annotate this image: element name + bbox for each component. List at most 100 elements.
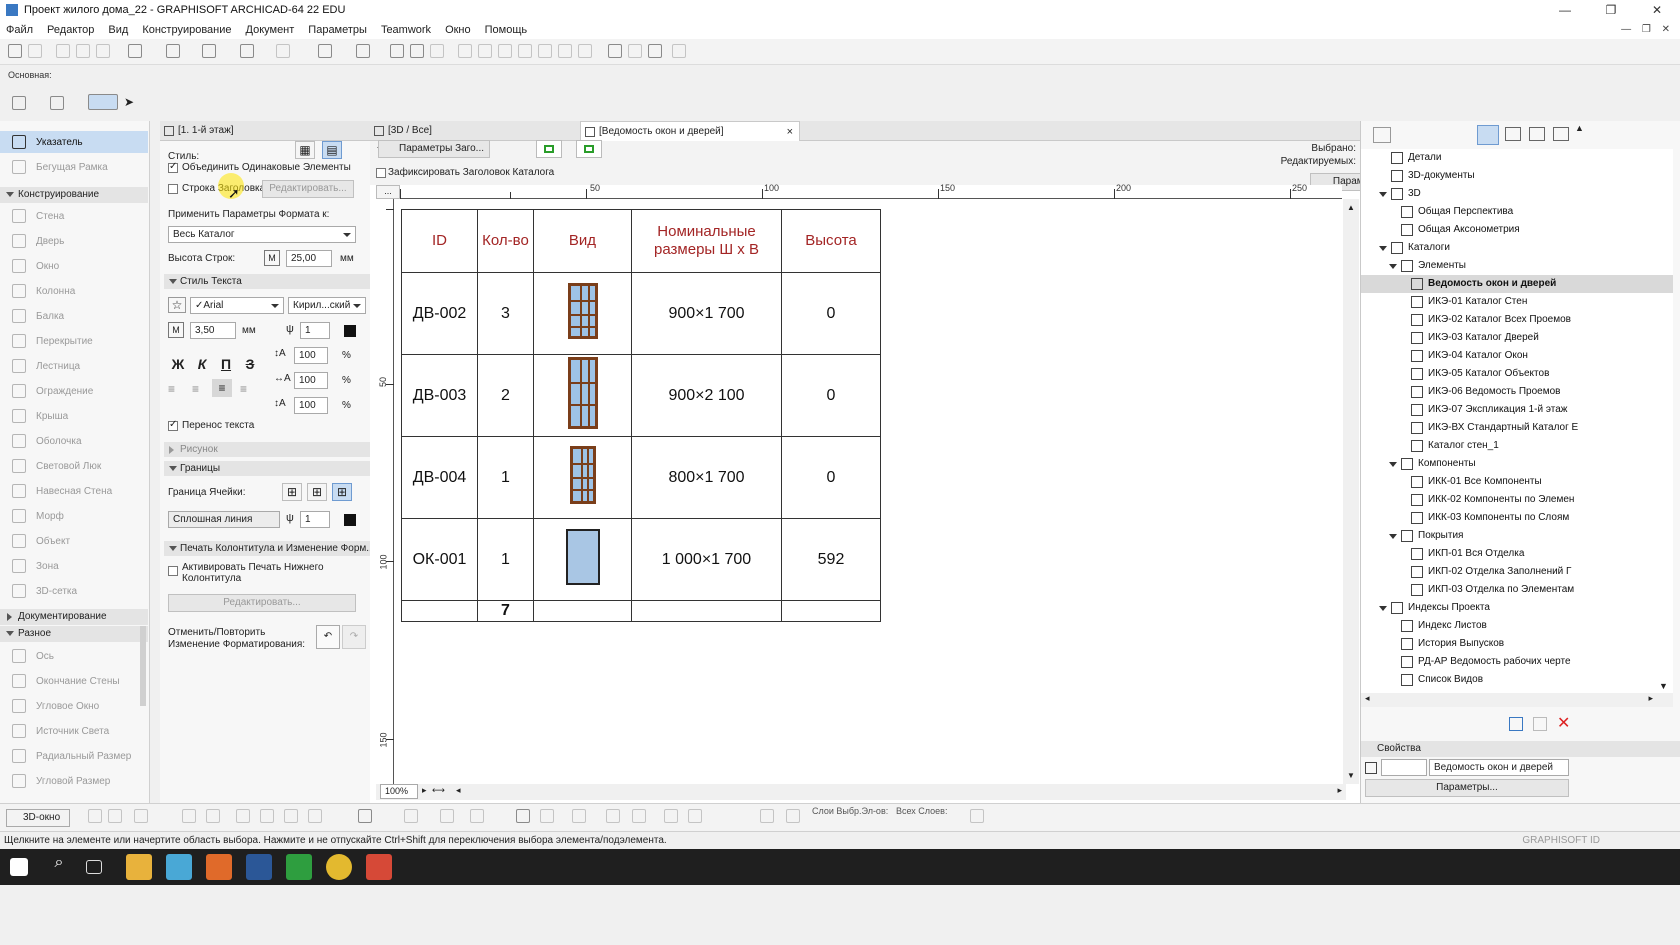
align-justify-icon[interactable]: ≡ (240, 382, 247, 396)
undo-icon[interactable] (8, 44, 22, 58)
clone-icon[interactable] (1533, 717, 1547, 731)
ruler-corner-button[interactable]: ... (376, 185, 400, 199)
table-row[interactable]: ОК-001 1 1 000×1 700 592 (401, 518, 881, 601)
menu-design[interactable]: Конструирование (142, 24, 231, 36)
adjust-icon[interactable] (478, 44, 492, 58)
cell-kind[interactable] (533, 272, 632, 355)
navigator-hscroll[interactable]: ◂ ▸ (1361, 693, 1673, 707)
tool-roof[interactable]: Крыша (0, 405, 148, 427)
scroll-left-icon[interactable]: ◂ (456, 785, 461, 796)
bold-button[interactable]: Ж (168, 355, 188, 373)
nav-item[interactable]: Общая Аксонометрия (1401, 221, 1673, 239)
header-size[interactable]: Номинальные размеры Ш x В (631, 209, 782, 273)
maximize-button[interactable]: ❐ (1588, 0, 1634, 20)
nav-item[interactable]: ИКЭ-02 Каталог Всех Проемов (1411, 311, 1673, 329)
border-none-icon[interactable]: ⊞ (282, 483, 302, 501)
eyedropper-icon[interactable] (96, 44, 110, 58)
expand-arrow-icon[interactable] (1389, 462, 1397, 467)
cell-height[interactable]: 0 (781, 436, 881, 519)
view-options-icon[interactable] (672, 44, 686, 58)
tool-object[interactable]: Объект (0, 530, 148, 552)
quick-option-icon-16[interactable] (572, 809, 586, 823)
tab-3d[interactable]: [3D / Все] (370, 121, 580, 141)
tool-wall[interactable]: Стена (0, 205, 148, 227)
tool-shell[interactable]: Оболочка (0, 430, 148, 452)
cell-height[interactable]: 0 (781, 354, 881, 437)
nav-scroll-right-icon[interactable]: ▸ (1648, 693, 1653, 704)
fit-window-icon[interactable]: ⟷ (432, 785, 445, 796)
scroll-up-icon[interactable]: ▲ (1347, 203, 1355, 212)
properties-section[interactable]: Свойства (1361, 741, 1680, 757)
layout-icon[interactable] (318, 44, 332, 58)
cell-qty[interactable]: 2 (477, 354, 534, 437)
quick-option-icon-11[interactable] (404, 809, 418, 823)
cell-size[interactable]: 900×2 100 (631, 354, 782, 437)
quick-option-icon-19[interactable] (664, 809, 678, 823)
chrome-icon[interactable] (326, 854, 352, 880)
border-all-icon[interactable]: ⊞ (332, 483, 352, 501)
border-color-swatch[interactable] (344, 514, 356, 526)
task-view-icon[interactable] (86, 860, 102, 874)
cell-qty[interactable]: 3 (477, 272, 534, 355)
cell-kind[interactable] (533, 518, 632, 601)
nav-item[interactable]: Покрытия (1401, 527, 1673, 545)
nav-scroll-left-icon[interactable]: ◂ (1365, 693, 1370, 704)
selection-method-icon[interactable] (12, 96, 26, 110)
italic-button[interactable]: К (192, 355, 212, 373)
redo-icon[interactable] (28, 44, 42, 58)
fit-width-icon[interactable] (536, 140, 562, 158)
header-height[interactable]: Высота (781, 209, 881, 273)
nav-item[interactable]: РД-АР Ведомость рабочих черте (1401, 653, 1673, 671)
style-grid-icon[interactable]: ▦ (295, 141, 315, 159)
row-height-field[interactable]: 25,00 (286, 250, 332, 267)
print-edit-button[interactable]: Редактировать... (168, 594, 356, 612)
intersect-icon[interactable] (518, 44, 532, 58)
3d-window-button[interactable]: 3D-окно (6, 809, 70, 827)
borders-section[interactable]: Границы (164, 461, 382, 476)
header-params-button[interactable]: Параметры Заго... (378, 140, 490, 158)
table-row[interactable]: ДВ-003 2 900×2 100 0 (401, 354, 881, 437)
nav-item[interactable]: Ведомость окон и дверей (1361, 275, 1673, 293)
nav-item[interactable]: ИКЭ-05 Каталог Объектов (1411, 365, 1673, 383)
minimize-button[interactable]: — (1542, 0, 1588, 20)
cell-size[interactable]: 900×1 700 (631, 272, 782, 355)
tool-skylight[interactable]: Световой Люк (0, 455, 148, 477)
lock-icon[interactable] (356, 44, 370, 58)
pick-up-icon[interactable] (56, 44, 70, 58)
archicad-icon[interactable] (166, 854, 192, 880)
text-pen-field[interactable]: 1 (300, 322, 330, 339)
quick-option-icon-8[interactable] (284, 809, 298, 823)
nav-item[interactable]: Каталоги (1391, 239, 1673, 257)
print-footer-checkbox[interactable] (168, 566, 178, 576)
cell-kind[interactable] (533, 354, 632, 437)
border-inner-icon[interactable]: ⊞ (307, 483, 327, 501)
close-tab-icon[interactable]: × (787, 122, 793, 142)
trace-icon[interactable] (608, 44, 622, 58)
nav-item[interactable]: ИКЭ-06 Ведомость Проемов (1411, 383, 1673, 401)
grid-icon[interactable] (240, 44, 254, 58)
mdi-controls[interactable]: — ❐ ✕ (1621, 20, 1674, 39)
header-row-checkbox[interactable] (168, 184, 178, 194)
horizontal-scrollbar[interactable]: 100% ▸ ⟷ ◂ ▸ (376, 784, 1346, 800)
toolbox-scrollbar[interactable] (140, 626, 146, 706)
table-row[interactable]: ДВ-002 3 900×1 700 0 (401, 272, 881, 355)
section-documentation[interactable]: Документирование (0, 609, 148, 625)
render-icon[interactable] (648, 44, 662, 58)
nav-item[interactable]: Общая Перспектива (1401, 203, 1673, 221)
nav-item[interactable]: 3D-документы (1391, 167, 1673, 185)
marquee-tool[interactable]: Бегущая Рамка (0, 156, 148, 178)
menu-edit[interactable]: Редактор (47, 24, 94, 36)
quick-option-icon-10[interactable] (358, 809, 372, 823)
quick-option-icon-15[interactable] (540, 809, 554, 823)
scroll-down-icon[interactable]: ▼ (1347, 771, 1355, 780)
search-icon[interactable]: ⌕ (46, 854, 72, 880)
header-id[interactable]: ID (401, 209, 478, 273)
zoom-field[interactable]: 100% (380, 784, 418, 799)
tool-zone[interactable]: Зона (0, 555, 148, 577)
line-spacing-field[interactable]: 100 (294, 347, 328, 364)
wrap-text-checkbox[interactable] (168, 419, 178, 431)
cell-id[interactable]: ДВ-002 (401, 272, 478, 355)
delete-icon[interactable]: ✕ (1557, 713, 1570, 733)
quick-option-icon-7[interactable] (260, 809, 274, 823)
properties-name-field[interactable]: Ведомость окон и дверей (1429, 759, 1569, 776)
